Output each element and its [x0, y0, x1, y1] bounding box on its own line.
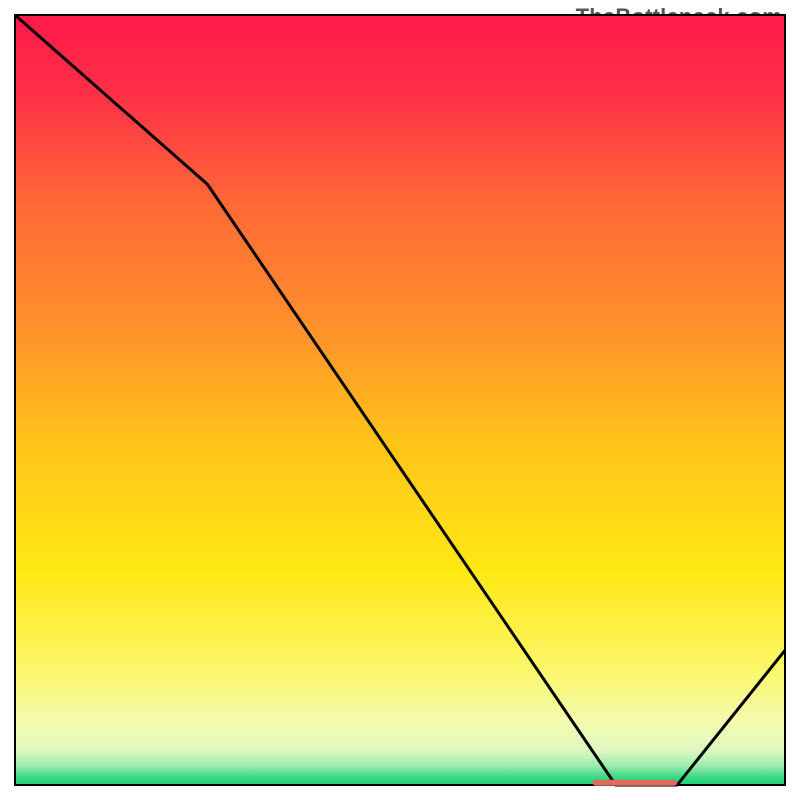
bottleneck-chart [0, 0, 800, 800]
marker-bar [593, 780, 678, 786]
plot-background [15, 15, 785, 785]
chart-container: TheBottleneck.com [0, 0, 800, 800]
